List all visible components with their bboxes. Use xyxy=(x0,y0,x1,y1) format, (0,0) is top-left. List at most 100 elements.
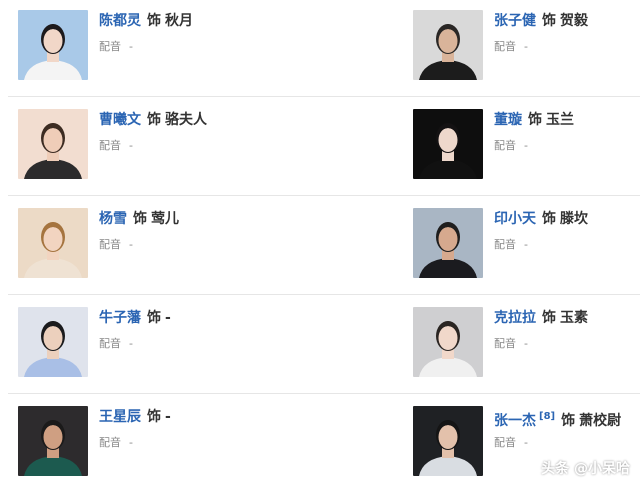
dubbing-line: 配音 - xyxy=(99,39,193,55)
role-name: 滕坎 xyxy=(560,211,588,227)
plays-label: 饰 xyxy=(147,112,161,128)
actor-photo[interactable] xyxy=(413,109,483,179)
actor-name-link[interactable]: 张一杰 xyxy=(494,413,536,429)
dubbing-value: - xyxy=(129,337,133,350)
dubbing-label: 配音 xyxy=(494,139,516,152)
cast-name-line: 张一杰 [8] 饰萧校尉 xyxy=(494,407,622,429)
cast-name-line: 陈都灵饰秋月 xyxy=(99,11,193,31)
dubbing-line: 配音 - xyxy=(99,138,207,154)
cast-info: 董璇饰玉兰配音 - xyxy=(494,110,574,154)
cast-row: 陈都灵饰秋月 配音 - 张子健饰贺毅 配音 - xyxy=(0,0,640,99)
role-name: 玉兰 xyxy=(546,112,574,128)
actor-name-link[interactable]: 王星辰 xyxy=(99,409,141,425)
row-divider xyxy=(8,195,640,196)
dubbing-line: 配音 - xyxy=(494,435,621,451)
actor-name-link[interactable]: 陈都灵 xyxy=(99,13,141,29)
actor-photo[interactable] xyxy=(18,109,88,179)
dubbing-value: - xyxy=(129,139,133,152)
actor-name-link[interactable]: 张子健 xyxy=(494,13,536,29)
cast-card: 张一杰 [8] 饰萧校尉配音 - xyxy=(413,396,640,495)
role-name: 秋月 xyxy=(165,13,193,29)
plays-label: 饰 xyxy=(542,310,556,326)
actor-photo[interactable] xyxy=(413,208,483,278)
actor-name-link[interactable]: 牛子藩 xyxy=(99,310,141,326)
actor-photo[interactable] xyxy=(413,307,483,377)
cast-name-line: 张子健饰贺毅 xyxy=(494,11,588,31)
role-name: 骆夫人 xyxy=(165,112,207,128)
role-name: 萧校尉 xyxy=(579,413,622,429)
dubbing-label: 配音 xyxy=(494,238,516,251)
dubbing-label: 配音 xyxy=(99,238,121,251)
cast-name-line: 曹曦文饰骆夫人 xyxy=(99,110,207,130)
role-name: - xyxy=(165,409,171,425)
dubbing-value: - xyxy=(524,139,528,152)
plays-label: 饰 xyxy=(147,310,161,326)
dubbing-line: 配音 - xyxy=(494,237,588,253)
actor-photo[interactable] xyxy=(18,10,88,80)
role-name: - xyxy=(165,310,171,326)
actor-name-link[interactable]: 董璇 xyxy=(494,112,522,128)
cast-info: 张一杰 [8] 饰萧校尉配音 - xyxy=(494,407,621,451)
cast-card: 张子健饰贺毅配音 - xyxy=(413,0,640,99)
plays-label: 饰 xyxy=(561,413,576,429)
plays-label: 饰 xyxy=(542,211,556,227)
plays-label: 饰 xyxy=(147,409,161,425)
plays-label: 饰 xyxy=(147,13,161,29)
actor-name-link[interactable]: 克拉拉 xyxy=(494,310,536,326)
dubbing-value: - xyxy=(129,238,133,251)
cast-card: 曹曦文饰骆夫人配音 - xyxy=(18,99,398,198)
cast-info: 曹曦文饰骆夫人配音 - xyxy=(99,110,207,154)
dubbing-label: 配音 xyxy=(99,139,121,152)
actor-photo[interactable] xyxy=(413,10,483,80)
cast-card: 王星辰饰 - 配音 - xyxy=(18,396,398,495)
citation-link[interactable]: [8] xyxy=(539,411,555,422)
plays-label: 饰 xyxy=(133,211,147,227)
dubbing-value: - xyxy=(524,337,528,350)
cast-row: 杨雪饰莺儿 配音 - 印小天饰滕坎 配音 - xyxy=(0,198,640,297)
actor-photo[interactable] xyxy=(18,307,88,377)
dubbing-line: 配音 - xyxy=(99,237,179,253)
cast-info: 印小天饰滕坎配音 - xyxy=(494,209,588,253)
dubbing-label: 配音 xyxy=(494,436,516,449)
actor-name-link[interactable]: 印小天 xyxy=(494,211,536,227)
actor-name-link[interactable]: 曹曦文 xyxy=(99,112,141,128)
actor-photo[interactable] xyxy=(18,406,88,476)
cast-name-line: 克拉拉饰玉素 xyxy=(494,308,588,328)
row-divider xyxy=(8,393,640,394)
cast-name-line: 印小天饰滕坎 xyxy=(494,209,588,229)
cast-row: 曹曦文饰骆夫人 配音 - 董璇饰玉兰 配音 - xyxy=(0,99,640,198)
cast-info: 张子健饰贺毅配音 - xyxy=(494,11,588,55)
cast-info: 牛子藩饰 - 配音 - xyxy=(99,308,171,352)
role-name: 莺儿 xyxy=(151,211,179,227)
cast-card: 印小天饰滕坎配音 - xyxy=(413,198,640,297)
dubbing-value: - xyxy=(524,238,528,251)
cast-card: 杨雪饰莺儿配音 - xyxy=(18,198,398,297)
row-divider xyxy=(8,294,640,295)
dubbing-value: - xyxy=(524,40,528,53)
dubbing-value: - xyxy=(524,436,528,449)
cast-name-line: 董璇饰玉兰 xyxy=(494,110,574,130)
dubbing-value: - xyxy=(129,40,133,53)
cast-info: 王星辰饰 - 配音 - xyxy=(99,407,171,451)
plays-label: 饰 xyxy=(542,13,556,29)
dubbing-line: 配音 - xyxy=(99,336,171,352)
role-name: 贺毅 xyxy=(560,13,588,29)
actor-name-link[interactable]: 杨雪 xyxy=(99,211,127,227)
cast-name-line: 杨雪饰莺儿 xyxy=(99,209,179,229)
cast-info: 克拉拉饰玉素配音 - xyxy=(494,308,588,352)
dubbing-label: 配音 xyxy=(99,436,121,449)
watermark: 头条 @小呆哈 xyxy=(541,461,630,477)
dubbing-label: 配音 xyxy=(99,40,121,53)
actor-photo[interactable] xyxy=(18,208,88,278)
dubbing-value: - xyxy=(129,436,133,449)
dubbing-label: 配音 xyxy=(494,337,516,350)
cast-row: 牛子藩饰 - 配音 - 克拉拉饰玉素 配音 - xyxy=(0,297,640,396)
plays-label: 饰 xyxy=(528,112,542,128)
dubbing-label: 配音 xyxy=(99,337,121,350)
cast-name-line: 牛子藩饰 - xyxy=(99,308,171,328)
dubbing-label: 配音 xyxy=(494,40,516,53)
dubbing-line: 配音 - xyxy=(494,39,588,55)
cast-card: 克拉拉饰玉素配音 - xyxy=(413,297,640,396)
actor-photo[interactable] xyxy=(413,406,483,476)
dubbing-line: 配音 - xyxy=(494,138,574,154)
